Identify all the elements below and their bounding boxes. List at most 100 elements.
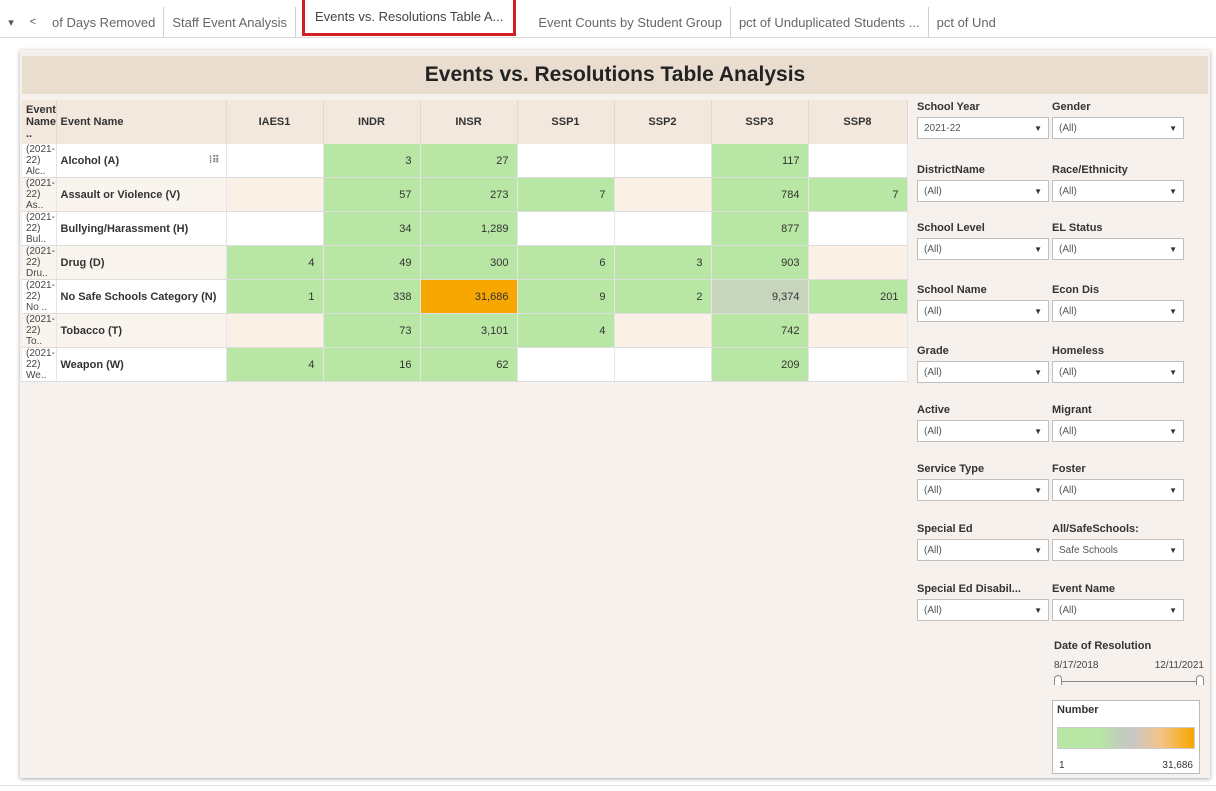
value-cell[interactable]: 877 xyxy=(711,211,809,246)
value-cell[interactable]: 117 xyxy=(711,144,809,178)
value-cell[interactable] xyxy=(226,313,324,348)
value-cell[interactable]: 4 xyxy=(517,313,615,348)
foster-dropdown[interactable]: (All) ▼ xyxy=(1052,479,1184,501)
value-cell[interactable] xyxy=(808,313,908,348)
value-cell[interactable] xyxy=(614,347,712,382)
value-cell[interactable]: 1 xyxy=(226,279,324,314)
econ-dis-dropdown[interactable]: (All) ▼ xyxy=(1052,300,1184,322)
column-header-ssp2[interactable]: SSP2 xyxy=(614,100,712,144)
value-cell[interactable] xyxy=(517,211,615,246)
column-header-iaes1[interactable]: IAES1 xyxy=(226,100,324,144)
tab-pct-und[interactable]: pct of Und xyxy=(929,7,1004,37)
value-cell[interactable] xyxy=(614,177,712,212)
value-cell[interactable]: 7 xyxy=(808,177,908,212)
value-cell[interactable]: 4 xyxy=(226,347,324,382)
filter-label: Gender xyxy=(1052,101,1091,113)
value-cell[interactable] xyxy=(517,144,615,178)
value-cell[interactable]: 73 xyxy=(323,313,421,348)
grade-dropdown[interactable]: (All) ▼ xyxy=(917,361,1049,383)
all-safe-schools-dropdown[interactable]: Safe Schools ▼ xyxy=(1052,539,1184,561)
table-row[interactable]: (2021-22) To.. Tobacco (T) 73 3,101 4 74… xyxy=(22,313,908,348)
value-cell[interactable]: 201 xyxy=(808,279,908,314)
value-cell[interactable]: 9 xyxy=(517,279,615,314)
tab-events-vs-resolutions[interactable]: Events vs. Resolutions Table A... xyxy=(302,0,517,36)
event-code-cell: (2021-22) Dru.. xyxy=(22,245,57,280)
school-name-dropdown[interactable]: (All) ▼ xyxy=(917,300,1049,322)
column-header-insr[interactable]: INSR xyxy=(420,100,518,144)
school-level-dropdown[interactable]: (All) ▼ xyxy=(917,238,1049,260)
school-year-dropdown[interactable]: 2021-22 ▼ xyxy=(917,117,1049,139)
value-cell[interactable]: 6 xyxy=(517,245,615,280)
value-cell[interactable]: 31,686 xyxy=(420,279,518,314)
gender-dropdown[interactable]: (All) ▼ xyxy=(1052,117,1184,139)
value-cell[interactable]: 3 xyxy=(614,245,712,280)
slider-start-handle[interactable] xyxy=(1054,675,1062,685)
active-dropdown[interactable]: (All) ▼ xyxy=(917,420,1049,442)
tab-pct-unduplicated-students[interactable]: pct of Unduplicated Students ... xyxy=(731,7,929,37)
value-cell[interactable] xyxy=(808,347,908,382)
value-cell[interactable]: 16 xyxy=(323,347,421,382)
value-cell[interactable] xyxy=(808,144,908,178)
value-cell[interactable]: 57 xyxy=(323,177,421,212)
column-header-ssp3[interactable]: SSP3 xyxy=(711,100,809,144)
value-cell[interactable]: 300 xyxy=(420,245,518,280)
value-cell[interactable]: 1,289 xyxy=(420,211,518,246)
tab-menu-dropdown[interactable]: ▾ xyxy=(0,7,22,37)
column-header-event-name[interactable]: Event Name xyxy=(56,100,227,144)
value-cell[interactable]: 903 xyxy=(711,245,809,280)
value-cell[interactable]: 49 xyxy=(323,245,421,280)
district-name-dropdown[interactable]: (All) ▼ xyxy=(917,180,1049,202)
value-cell[interactable] xyxy=(808,245,908,280)
table-row[interactable]: (2021-22) We.. Weapon (W) 4 16 62 209 xyxy=(22,347,908,382)
value-cell[interactable] xyxy=(226,144,324,178)
column-header-indr[interactable]: INDR xyxy=(323,100,421,144)
value-cell[interactable] xyxy=(517,347,615,382)
value-cell[interactable]: 4 xyxy=(226,245,324,280)
special-ed-dropdown[interactable]: (All) ▼ xyxy=(917,539,1049,561)
value-cell[interactable]: 338 xyxy=(323,279,421,314)
tab-days-removed[interactable]: of Days Removed xyxy=(44,7,165,37)
table-row[interactable]: (2021-22) No .. No Safe Schools Category… xyxy=(22,279,908,314)
table-header-row: Event Name .. Event Name IAES1 INDR INSR… xyxy=(22,100,908,144)
date-range-slider[interactable] xyxy=(1054,675,1204,689)
value-cell[interactable]: 784 xyxy=(711,177,809,212)
homeless-dropdown[interactable]: (All) ▼ xyxy=(1052,361,1184,383)
value-cell[interactable]: 3 xyxy=(323,144,421,178)
el-status-dropdown[interactable]: (All) ▼ xyxy=(1052,238,1184,260)
column-header-event-code[interactable]: Event Name .. xyxy=(22,100,57,144)
column-header-ssp8[interactable]: SSP8 xyxy=(808,100,908,144)
value-cell[interactable] xyxy=(614,144,712,178)
column-header-ssp1[interactable]: SSP1 xyxy=(517,100,615,144)
value-cell[interactable]: 209 xyxy=(711,347,809,382)
value-cell[interactable]: 62 xyxy=(420,347,518,382)
event-name-dropdown[interactable]: (All) ▼ xyxy=(1052,599,1184,621)
table-row[interactable]: (2021-22) Alc.. Alcohol (A) ⁞⠿ 3 27 117 xyxy=(22,144,908,178)
service-type-dropdown[interactable]: (All) ▼ xyxy=(917,479,1049,501)
value-cell[interactable] xyxy=(614,211,712,246)
table-row[interactable]: (2021-22) Dru.. Drug (D) 4 49 300 6 3 90… xyxy=(22,245,908,280)
tab-scroll-left-button[interactable]: < xyxy=(22,7,44,37)
value-cell[interactable]: 742 xyxy=(711,313,809,348)
value-cell[interactable] xyxy=(614,313,712,348)
table-row[interactable]: (2021-22) Bul.. Bullying/Harassment (H) … xyxy=(22,211,908,246)
value-cell[interactable]: 9,374 xyxy=(711,279,809,314)
tab-staff-event-analysis[interactable]: Staff Event Analysis xyxy=(164,7,296,37)
filter-value: (All) xyxy=(924,366,942,378)
value-cell[interactable]: 7 xyxy=(517,177,615,212)
slider-end-handle[interactable] xyxy=(1196,675,1204,685)
value-cell[interactable]: 273 xyxy=(420,177,518,212)
table-row[interactable]: (2021-22) As.. Assault or Violence (V) 5… xyxy=(22,177,908,212)
tab-event-counts-by-student-group[interactable]: Event Counts by Student Group xyxy=(530,7,731,37)
value-cell[interactable]: 27 xyxy=(420,144,518,178)
filter-all-safe-schools: All/SafeSchools: Safe Schools ▼ xyxy=(1052,523,1184,561)
row-select-icon[interactable]: ⁞⠿ xyxy=(209,155,220,167)
migrant-dropdown[interactable]: (All) ▼ xyxy=(1052,420,1184,442)
value-cell[interactable] xyxy=(808,211,908,246)
race-ethnicity-dropdown[interactable]: (All) ▼ xyxy=(1052,180,1184,202)
value-cell[interactable]: 3,101 xyxy=(420,313,518,348)
value-cell[interactable]: 2 xyxy=(614,279,712,314)
value-cell[interactable] xyxy=(226,177,324,212)
special-ed-disability-dropdown[interactable]: (All) ▼ xyxy=(917,599,1049,621)
value-cell[interactable]: 34 xyxy=(323,211,421,246)
value-cell[interactable] xyxy=(226,211,324,246)
